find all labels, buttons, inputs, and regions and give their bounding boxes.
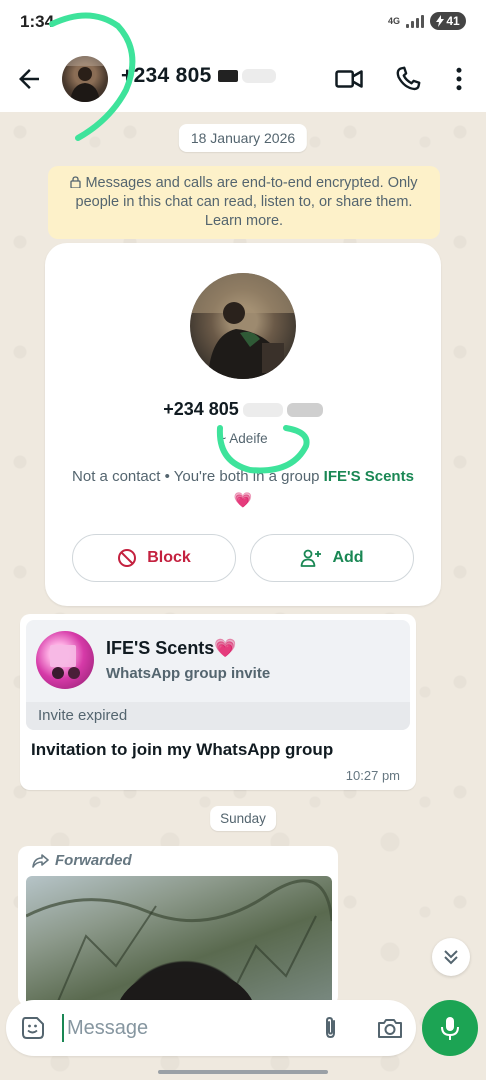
double-chevron-down-icon [444, 950, 458, 965]
forwarded-text: Forwarded [55, 852, 132, 869]
battery-icon: 41 [430, 12, 466, 30]
add-label: Add [332, 549, 364, 566]
date-chip: 18 January 2026 [178, 124, 308, 152]
sticker-emoji-icon[interactable] [20, 1015, 46, 1041]
contact-phone-number: +234 805 [163, 399, 239, 419]
forwarded-message[interactable]: Forwarded [18, 846, 338, 1006]
redaction-mark [217, 70, 238, 83]
add-contact-button[interactable]: Add [250, 534, 414, 582]
encryption-text: Messages and calls are end-to-end encryp… [75, 175, 418, 229]
redaction-mark [241, 69, 276, 84]
relationship-text: Not a contact • You're both in a group [72, 468, 324, 485]
phone-call-icon[interactable] [393, 64, 423, 94]
invite-group-title: IFE'S Scents💗 [106, 638, 237, 658]
add-person-icon [301, 549, 322, 567]
block-label: Block [147, 549, 191, 566]
contact-name[interactable]: +234 805 [121, 64, 276, 88]
message-composer [6, 1000, 416, 1056]
block-button[interactable]: Block [72, 534, 236, 582]
scroll-to-bottom-button[interactable] [432, 938, 470, 976]
contact-phone: +234 805 [45, 399, 441, 420]
status-bar: 1:34 4G 41 [0, 0, 486, 44]
forwarded-label: Forwarded [31, 852, 132, 869]
forwarded-photo[interactable] [25, 876, 334, 1006]
lock-icon [70, 176, 82, 188]
battery-level: 41 [446, 14, 460, 28]
message-timestamp: 10:27 pm [345, 768, 400, 783]
message-text: Invitation to join my WhatsApp group [31, 740, 334, 759]
forward-arrow-icon [32, 853, 49, 868]
group-invite-message[interactable]: IFE'S Scents💗 WhatsApp group invite Invi… [20, 614, 416, 790]
voice-message-button[interactable] [422, 1000, 478, 1056]
video-call-icon[interactable] [334, 64, 364, 94]
microphone-icon [441, 1017, 459, 1040]
invite-subtitle: WhatsApp group invite [106, 665, 271, 682]
group-avatar [36, 631, 94, 689]
contact-push-name: ~ Adeife [218, 431, 268, 446]
contact-relationship-info: Not a contact • You're both in a group I… [65, 465, 421, 513]
status-time: 1:34 [20, 12, 55, 31]
redaction-mark [286, 403, 323, 418]
signal-icon [406, 14, 424, 28]
contact-info-card: +234 805 ~ Adeife Not a contact • You're… [45, 243, 441, 606]
camera-icon[interactable] [376, 1015, 404, 1041]
network-type: 4G [387, 15, 400, 26]
contact-avatar[interactable] [62, 56, 108, 102]
redaction-mark [242, 403, 283, 418]
attach-paperclip-icon[interactable] [318, 1015, 344, 1041]
home-gesture-bar[interactable] [158, 1070, 328, 1074]
day-chip: Sunday [210, 806, 276, 831]
contact-profile-photo[interactable] [190, 273, 296, 379]
invite-preview[interactable]: IFE'S Scents💗 WhatsApp group invite Invi… [26, 620, 410, 730]
contact-number: +234 805 [121, 64, 212, 87]
block-icon [118, 549, 137, 567]
encryption-notice[interactable]: Messages and calls are end-to-end encryp… [48, 166, 440, 239]
message-input[interactable] [62, 1014, 292, 1042]
chat-header: +234 805 [0, 44, 486, 112]
more-options-icon[interactable] [444, 64, 474, 94]
status-indicators: 4G 41 [388, 12, 466, 30]
back-arrow-icon[interactable] [14, 64, 44, 94]
invite-status: Invite expired [26, 702, 410, 730]
